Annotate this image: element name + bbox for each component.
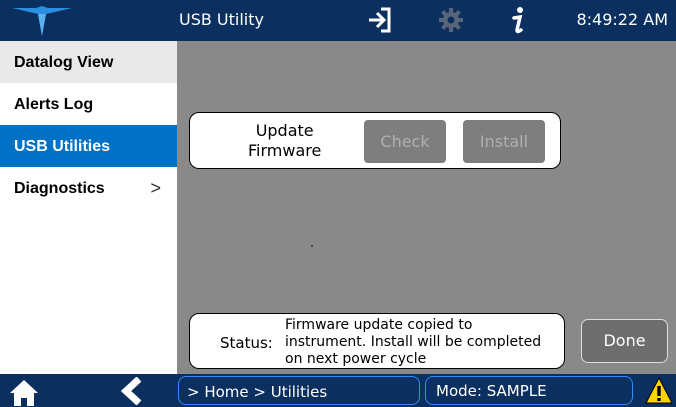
sidebar-item-label: Datalog View (14, 54, 114, 71)
status-label: Status: (220, 334, 273, 352)
sidebar-item-diagnostics[interactable]: Diagnostics > (0, 167, 177, 209)
mode-indicator: Mode: SAMPLE (425, 376, 633, 405)
update-firmware-label: Update Firmware (248, 121, 321, 161)
logo-icon (12, 6, 72, 36)
sidebar-item-label: Alerts Log (14, 96, 94, 113)
done-button[interactable]: Done (581, 319, 668, 363)
update-firmware-panel: Update Firmware Check Install (189, 112, 561, 169)
status-message: Firmware update copied to instrument. In… (285, 317, 542, 367)
sidebar-item-alerts-log[interactable]: Alerts Log (0, 83, 177, 125)
top-bar: USB Utility 8:49:22 AM (0, 0, 676, 41)
sign-in-icon[interactable] (367, 6, 393, 38)
check-button[interactable]: Check (364, 120, 446, 163)
cursor-dot (311, 245, 313, 247)
update-label-line2: Firmware (248, 141, 322, 160)
sidebar-item-label: Diagnostics (14, 180, 105, 197)
sidebar: Datalog View Alerts Log USB Utilities Di… (0, 41, 177, 374)
info-icon[interactable] (508, 6, 528, 40)
warning-icon[interactable] (645, 376, 673, 407)
breadcrumb: > Home > Utilities (178, 376, 420, 405)
logo (0, 0, 177, 41)
app-title: USB Utility (179, 10, 264, 29)
home-icon[interactable] (10, 378, 38, 407)
sidebar-item-label: USB Utilities (14, 138, 111, 155)
sidebar-item-datalog-view[interactable]: Datalog View (0, 41, 177, 83)
back-icon[interactable] (117, 376, 145, 407)
install-button[interactable]: Install (463, 120, 545, 163)
main-panel: Update Firmware Check Install Status: Fi… (177, 41, 676, 374)
bottom-bar: > Home > Utilities Mode: SAMPLE (0, 374, 676, 407)
sidebar-item-usb-utilities[interactable]: USB Utilities (0, 125, 177, 167)
status-panel: Status: Firmware update copied to instru… (189, 313, 565, 369)
gear-icon[interactable] (438, 6, 464, 38)
update-label-line1: Update (255, 121, 314, 140)
clock: 8:49:22 AM (576, 10, 668, 29)
chevron-right-icon: > (150, 178, 161, 198)
